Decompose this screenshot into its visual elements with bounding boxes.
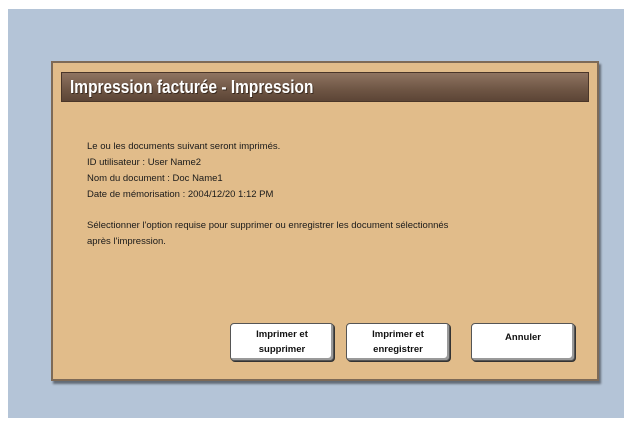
cancel-label: Annuler [505,332,541,343]
billed-print-dialog: Impression facturée - Impression Le ou l… [51,61,599,381]
screen-background: Impression facturée - Impression Le ou l… [8,9,624,418]
user-id-text: ID utilisateur : User Name2 [87,157,202,168]
print-and-save-label-2: enregistrer [373,344,423,355]
instruction-text-2: après l'impression. [87,236,166,247]
message-intro: Le ou les documents suivant seront impri… [87,141,281,152]
print-and-delete-label-1: Imprimer et [256,329,308,340]
dialog-title: Impression facturée - Impression [70,77,314,97]
dialog-title-bar: Impression facturée - Impression [61,72,589,102]
print-and-save-label-1: Imprimer et [372,329,424,340]
dialog-message: Le ou les documents suivant seront impri… [87,139,448,250]
print-and-delete-label-2: supprimer [258,344,306,355]
print-and-delete-button[interactable]: Imprimer et supprimer [230,323,334,361]
print-and-save-button[interactable]: Imprimer et enregistrer [346,323,450,361]
storage-date-text: Date de mémorisation : 2004/12/20 1:12 P… [87,189,274,200]
cancel-button[interactable]: Annuler [471,323,575,361]
document-name-text: Nom du document : Doc Name1 [87,173,223,184]
instruction-text-1: Sélectionner l'option requise pour suppr… [87,220,449,231]
